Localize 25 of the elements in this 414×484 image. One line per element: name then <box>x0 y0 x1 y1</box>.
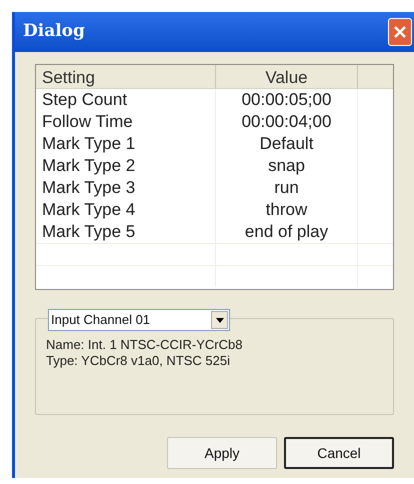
window-title: Dialog <box>23 20 85 44</box>
table-cell: run <box>216 177 358 199</box>
table-cell: snap <box>216 155 358 177</box>
table-cell: Step Count <box>36 89 216 111</box>
table-cell: throw <box>216 199 358 221</box>
table-cell: end of play <box>216 221 358 243</box>
dialog-button[interactable]: Cancel <box>284 437 394 469</box>
dialog-button[interactable]: Apply <box>167 437 277 469</box>
table-cell: Mark Type 3 <box>36 177 216 199</box>
caret-icon <box>216 318 224 322</box>
table-cell: Default <box>216 133 358 155</box>
table-cell: Mark Type 1 <box>36 133 216 155</box>
column-header[interactable]: Setting <box>36 65 216 88</box>
channel-info: Name: Int. 1 NTSC-CCIR-YCrCb8 <box>46 337 244 353</box>
table-cell: 00:00:05;00 <box>216 89 358 111</box>
table-cell: Mark Type 4 <box>36 199 216 221</box>
table-cell: Follow Time <box>36 111 216 133</box>
close-icon <box>393 25 407 39</box>
table-cell: Mark Type 5 <box>36 221 216 243</box>
table-cell: Mark Type 2 <box>36 155 216 177</box>
table-cell: 00:00:04;00 <box>216 111 358 133</box>
channel-dropdown[interactable]: Input Channel 01 <box>48 309 230 331</box>
column-header[interactable]: Value <box>216 65 358 88</box>
channel-info: Type: YCbCr8 v1a0, NTSC 525i <box>46 353 232 369</box>
close-button[interactable] <box>388 18 412 46</box>
